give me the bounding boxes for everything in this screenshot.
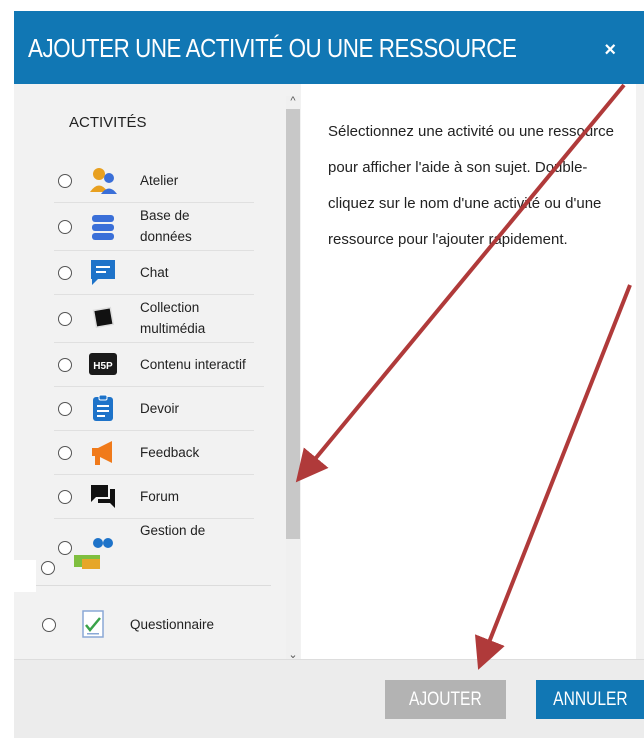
activity-label: Atelier [140, 173, 179, 188]
activity-item-feedback[interactable]: Feedback [54, 431, 254, 475]
radio-button[interactable] [42, 618, 56, 632]
dialog-header: AJOUTER UNE ACTIVITÉ OU UNE RESSOURCE × [14, 11, 644, 84]
radio-button[interactable] [58, 490, 72, 504]
activity-label: Chat [140, 265, 169, 280]
scroll-up-icon[interactable]: ^ [286, 95, 300, 107]
questionnaire-icon [82, 610, 104, 638]
attendance-icon-partial [74, 555, 100, 569]
radio-button[interactable] [58, 266, 72, 280]
activity-item-h5p[interactable]: H5P Contenu interactif [54, 343, 264, 387]
activity-item-devoir[interactable]: Devoir [54, 387, 254, 431]
activity-list: ACTIVITÉS Atelier Base de données Chat C… [14, 84, 301, 659]
activity-label: Questionnaire [130, 617, 215, 632]
dialog-footer: AJOUTER ANNULER [14, 659, 644, 738]
help-panel: Sélectionnez une activité ou une ressour… [301, 84, 636, 659]
radio-button[interactable] [58, 358, 72, 372]
add-activity-dialog: AJOUTER UNE ACTIVITÉ OU UNE RESSOURCE × … [14, 11, 644, 738]
activity-item-atelier[interactable]: Atelier [54, 159, 254, 203]
atelier-icon [90, 168, 117, 194]
radio-button[interactable] [41, 561, 55, 575]
activity-item-questionnaire[interactable]: Questionnaire [38, 606, 268, 650]
megaphone-icon [92, 441, 112, 465]
radio-button[interactable] [58, 220, 72, 234]
activity-item-collection[interactable]: Collection multimédia [54, 295, 254, 343]
composite-seam [14, 560, 36, 592]
activity-item-forum[interactable]: Forum [54, 475, 254, 519]
chat-icon [91, 260, 115, 285]
cancel-button[interactable]: ANNULER [536, 680, 644, 719]
database-icon [92, 215, 114, 240]
assignment-icon [93, 394, 113, 421]
activity-label: Devoir [140, 401, 180, 416]
activity-label: Contenu interactif [140, 357, 246, 372]
radio-button[interactable] [58, 312, 72, 326]
dialog-title: AJOUTER UNE ACTIVITÉ OU UNE RESSOURCE [28, 33, 517, 63]
radio-button[interactable] [58, 446, 72, 460]
activities-heading: ACTIVITÉS [69, 114, 147, 131]
activity-label: Collection multimédia [140, 300, 206, 336]
close-icon[interactable]: × [604, 39, 616, 62]
cancel-button-label: ANNULER [552, 689, 628, 710]
scrollbar-thumb[interactable] [286, 109, 300, 539]
list-cutoff [14, 555, 301, 600]
add-button-label: AJOUTER [409, 689, 482, 710]
activity-label: Base de données [140, 208, 192, 244]
activity-label: Feedback [140, 445, 200, 460]
h5p-icon: H5P [89, 353, 117, 375]
svg-text:H5P: H5P [93, 361, 113, 372]
activity-item-database[interactable]: Base de données [54, 203, 254, 251]
forum-icon [91, 485, 115, 508]
activity-item-chat[interactable]: Chat [54, 251, 254, 295]
radio-button[interactable] [58, 174, 72, 188]
help-text: Sélectionnez une activité ou une ressour… [328, 123, 615, 248]
panel-gutter [636, 84, 644, 659]
activity-label: Gestion de [140, 523, 206, 538]
add-button[interactable]: AJOUTER [385, 680, 506, 719]
radio-button[interactable] [58, 541, 72, 555]
activity-label: Forum [140, 489, 180, 504]
lightbox-gallery-icon [92, 306, 115, 329]
radio-button[interactable] [58, 402, 72, 416]
